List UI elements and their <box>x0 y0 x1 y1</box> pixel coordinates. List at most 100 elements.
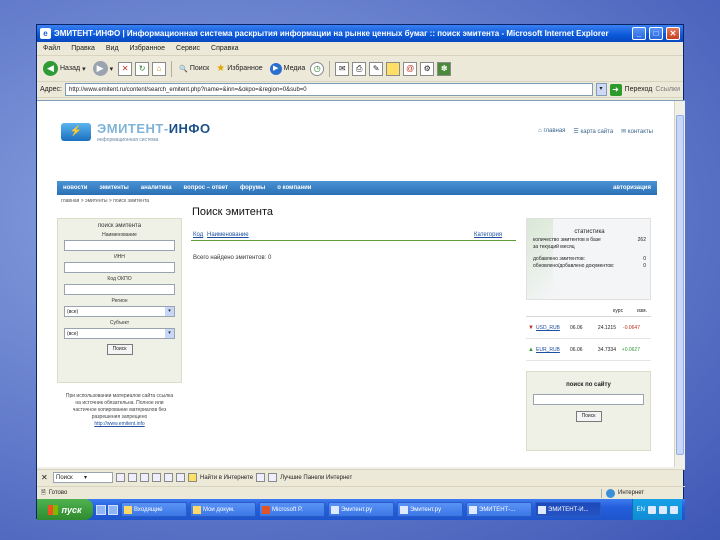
chevron-down-icon: ▾ <box>82 65 86 73</box>
refresh-icon[interactable]: ↻ <box>135 61 150 76</box>
start-button[interactable]: пуск <box>37 499 93 520</box>
messenger-icon[interactable]: ✽ <box>437 61 452 76</box>
toolbar-icon[interactable] <box>164 473 173 482</box>
tray-icon[interactable] <box>648 505 656 514</box>
taskbar-item[interactable]: Мои докум. <box>190 502 256 517</box>
site-search-input[interactable] <box>533 394 644 405</box>
scrollbar-thumb[interactable] <box>676 115 684 455</box>
subject-select[interactable]: (все) ▾ <box>64 328 175 339</box>
tray-icon[interactable] <box>670 505 678 514</box>
taskbar-item[interactable]: Входящие <box>121 502 187 517</box>
taskbar-item-active[interactable]: ЭМИТЕНТ-И... <box>535 502 601 517</box>
stop-icon[interactable]: ✕ <box>118 61 133 76</box>
menu-help[interactable]: Справка <box>211 45 238 52</box>
nav-analytics[interactable]: аналитика <box>141 185 172 191</box>
maximize-button[interactable]: □ <box>649 27 663 40</box>
emitent-search-button[interactable]: Поиск <box>106 344 133 355</box>
region-select[interactable]: (все) ▾ <box>64 306 175 317</box>
site-link[interactable]: http://www.emitent.info <box>94 421 144 427</box>
media-button[interactable]: ▶ Медиа <box>268 59 308 79</box>
links-label[interactable]: Ссылки <box>655 86 680 93</box>
menu-favorites[interactable]: Избранное <box>130 45 165 52</box>
home-icon[interactable]: ⌂ <box>152 61 167 76</box>
research-icon[interactable]: ⚙ <box>420 61 435 76</box>
toolbar-icon[interactable] <box>176 473 185 482</box>
name-input[interactable] <box>64 240 175 251</box>
system-tray: EN <box>631 499 682 520</box>
col-category[interactable]: Категория <box>474 232 516 240</box>
taskbar-item[interactable]: ЭМИТЕНТ-... <box>466 502 532 517</box>
edit-icon[interactable]: ✎ <box>369 61 384 76</box>
taskbar-item[interactable]: Microsoft P. <box>259 502 325 517</box>
go-button[interactable]: Переход <box>625 86 653 93</box>
vertical-scrollbar[interactable] <box>674 101 685 467</box>
menu-tools[interactable]: Сервис <box>176 45 200 52</box>
print-icon[interactable]: ⎙ <box>352 61 367 76</box>
address-input[interactable]: http://www.emitent.ru/content/search_emi… <box>64 83 593 96</box>
menu-file[interactable]: Файл <box>43 45 60 52</box>
fx-pair-link[interactable]: EUR_RUB <box>536 347 570 353</box>
nav-forums[interactable]: форумы <box>240 185 265 191</box>
quick-launch-icon[interactable] <box>96 504 106 515</box>
home-link[interactable]: ⌂ главная <box>538 128 565 135</box>
toolbar-separator <box>171 60 173 77</box>
go-arrow-icon[interactable]: ➜ <box>609 83 622 96</box>
taskbar-item[interactable]: Эмитент.ру <box>397 502 463 517</box>
sitemap-link[interactable]: ☰ карта сайта <box>573 128 613 135</box>
notes-icon[interactable] <box>386 61 401 76</box>
toolbar-icon[interactable] <box>152 473 161 482</box>
col-code[interactable]: Код <box>191 232 207 240</box>
search-dropdown[interactable]: Поиск ▾ <box>53 472 113 483</box>
minimize-button[interactable]: _ <box>632 27 646 40</box>
history-icon[interactable]: ◷ <box>310 61 325 76</box>
nav-news[interactable]: новости <box>63 185 87 191</box>
links-toolbar: ✕ Поиск ▾ Найти в Интернете Лучшие Панел… <box>37 469 685 485</box>
quick-launch-icon[interactable] <box>108 504 118 515</box>
favorites-button[interactable]: ★ Избранное <box>214 59 264 79</box>
at-icon[interactable]: @ <box>403 61 418 76</box>
main-content: Поиск эмитента Код Наименование Категори… <box>191 206 516 261</box>
subject-label: Субъект <box>109 320 130 326</box>
currency-rates: курс изм. ▼ USD_RUB 06.06 24.1215 -0.064… <box>526 308 651 361</box>
back-button[interactable]: ◀ Назад ▾ <box>41 59 88 79</box>
toolbar-icon[interactable] <box>116 473 125 482</box>
tray-icon[interactable] <box>659 505 667 514</box>
contacts-link[interactable]: ✉ контакты <box>621 128 653 135</box>
find-link[interactable]: Найти в Интернете <box>200 475 253 481</box>
mail-icon[interactable]: ✉ <box>335 61 350 76</box>
chevron-down-icon: ▾ <box>84 475 88 481</box>
folder-icon <box>193 505 201 514</box>
toolbar-icon[interactable] <box>268 473 278 482</box>
close-button[interactable]: ✕ <box>666 27 680 40</box>
toolbar-icon[interactable] <box>256 473 266 482</box>
nav-auth[interactable]: авторизация <box>613 185 651 191</box>
site-logo[interactable]: ⚡ ЭМИТЕНТ-ИНФО информационная система <box>61 121 211 143</box>
toolbar-icon[interactable] <box>140 473 149 482</box>
toolbar-icon[interactable] <box>128 473 137 482</box>
search-button[interactable]: 🔍 Поиск <box>177 59 211 79</box>
site-search-button[interactable]: Поиск <box>575 411 602 422</box>
inn-input[interactable] <box>64 262 175 273</box>
stat-row: добавлено эмитентов: 0 <box>533 256 646 262</box>
title-bar[interactable]: e ЭМИТЕНТ-ИНФО | Информационная система … <box>37 25 683 42</box>
nav-qa[interactable]: вопрос – ответ <box>184 185 228 191</box>
extra-link[interactable]: Лучшие Панели Интернет <box>280 475 352 481</box>
toolbar-icon[interactable] <box>188 473 197 482</box>
address-dropdown[interactable]: ▾ <box>595 83 607 96</box>
menu-view[interactable]: Вид <box>106 45 119 52</box>
col-name[interactable]: Наименование <box>207 232 474 240</box>
menu-edit[interactable]: Правка <box>71 45 95 52</box>
search-icon: 🔍 <box>179 65 188 73</box>
nav-emitents[interactable]: эмитенты <box>99 185 128 191</box>
emitent-search-panel: поиск эмитента Наименование ИНН Код ОКПО… <box>57 218 182 383</box>
media-icon: ▶ <box>269 62 282 75</box>
forward-button[interactable]: ▶ ▾ <box>91 59 116 79</box>
close-icon[interactable]: ✕ <box>41 473 50 482</box>
results-table-header: Код Наименование Категория <box>191 232 516 241</box>
mail-icon: ✉ <box>621 129 628 135</box>
nav-about[interactable]: о компании <box>277 185 311 191</box>
okpo-input[interactable] <box>64 284 175 295</box>
taskbar-item[interactable]: Эмитент.ру <box>328 502 394 517</box>
language-indicator[interactable]: EN <box>637 507 645 513</box>
fx-pair-link[interactable]: USD_RUB <box>536 325 570 331</box>
